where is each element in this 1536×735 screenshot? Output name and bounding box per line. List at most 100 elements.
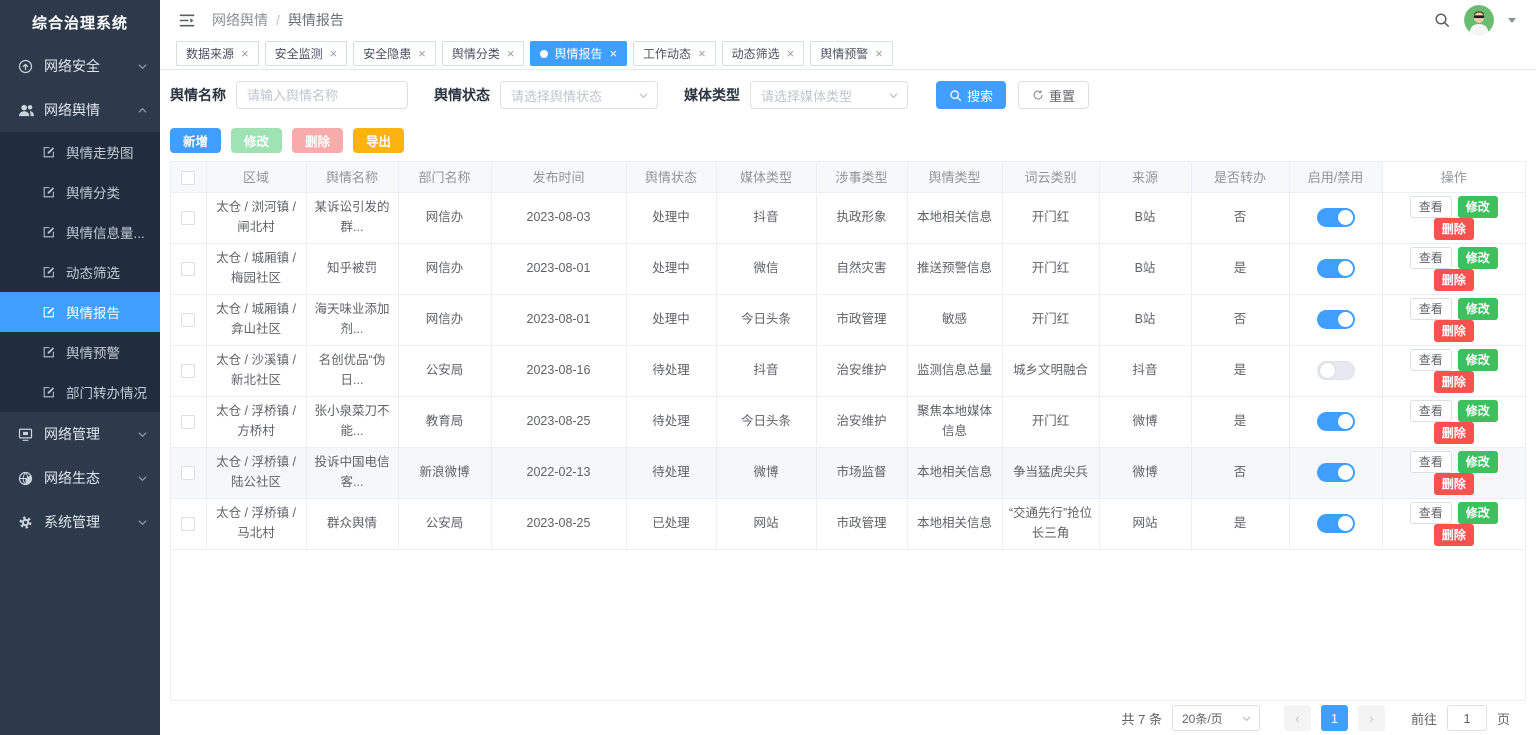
search-icon[interactable] bbox=[1434, 12, 1450, 28]
edit-row-button[interactable]: 修改 bbox=[1457, 399, 1498, 422]
close-icon[interactable]: × bbox=[241, 47, 249, 60]
enable-toggle[interactable] bbox=[1316, 361, 1355, 381]
edit-row-button[interactable]: 修改 bbox=[1457, 195, 1498, 218]
enable-toggle[interactable] bbox=[1316, 412, 1355, 432]
cell-opinion-type: 推送预警信息 bbox=[907, 243, 1003, 295]
close-icon[interactable]: × bbox=[418, 47, 426, 60]
breadcrumb-parent[interactable]: 网络舆情 bbox=[212, 12, 268, 28]
cell-region: 太仓 / 城厢镇 / 梅园社区 bbox=[206, 243, 307, 295]
reset-button[interactable]: 重置 bbox=[1018, 81, 1090, 109]
cell-status: 待处理 bbox=[626, 447, 717, 499]
edit-row-button[interactable]: 修改 bbox=[1457, 297, 1498, 320]
view-row-button[interactable]: 查看 bbox=[1409, 501, 1452, 524]
tab-opinion-warning[interactable]: 舆情预警 × bbox=[810, 41, 893, 66]
tab-opinion-report[interactable]: 舆情报告 × bbox=[530, 41, 628, 66]
sidebar-item-label: 舆情预警 bbox=[66, 346, 120, 361]
page-unit-label: 页 bbox=[1496, 711, 1510, 727]
row-checkbox[interactable] bbox=[181, 465, 196, 480]
enable-toggle[interactable] bbox=[1316, 259, 1355, 279]
sidebar-item-opinion-report[interactable]: 舆情报告 bbox=[0, 292, 160, 332]
sidebar-item-label: 舆情报告 bbox=[66, 306, 120, 321]
view-row-button[interactable]: 查看 bbox=[1409, 195, 1452, 218]
tab-security-monitor[interactable]: 安全监测 × bbox=[264, 41, 348, 66]
media-filter-select[interactable]: 请选择媒体类型 bbox=[750, 81, 908, 109]
close-icon[interactable]: × bbox=[787, 47, 795, 60]
sidebar-item-network-security[interactable]: 网络安全 bbox=[0, 44, 160, 88]
search-button[interactable]: 搜索 bbox=[936, 81, 1007, 109]
enable-toggle[interactable] bbox=[1316, 310, 1355, 330]
close-icon[interactable]: × bbox=[698, 47, 706, 60]
close-icon[interactable]: × bbox=[609, 47, 617, 60]
cell-name: 投诉中国电信客... bbox=[306, 447, 399, 499]
view-row-button[interactable]: 查看 bbox=[1409, 297, 1452, 320]
cell-media: 抖音 bbox=[716, 192, 817, 244]
sidebar-item-department-transfer[interactable]: 部门转办情况 bbox=[0, 372, 160, 412]
name-filter-input[interactable] bbox=[236, 81, 408, 109]
view-row-button[interactable]: 查看 bbox=[1409, 399, 1452, 422]
view-row-button[interactable]: 查看 bbox=[1409, 246, 1452, 269]
tab-security-risk[interactable]: 安全隐患 × bbox=[353, 41, 436, 66]
status-filter-select[interactable]: 请选择舆情状态 bbox=[500, 81, 658, 109]
sidebar-item-opinion-warning[interactable]: 舆情预警 bbox=[0, 332, 160, 372]
edit-button[interactable]: 修改 bbox=[231, 128, 283, 153]
collapse-sidebar-icon[interactable] bbox=[178, 13, 196, 28]
cell-media: 今日头条 bbox=[716, 294, 817, 346]
search-button-label: 搜索 bbox=[967, 88, 994, 104]
goto-page-input[interactable] bbox=[1446, 705, 1487, 731]
edit-row-button[interactable]: 修改 bbox=[1457, 348, 1498, 371]
enable-toggle[interactable] bbox=[1316, 514, 1355, 534]
delete-row-button[interactable]: 删除 bbox=[1433, 370, 1474, 393]
sidebar-item-network-management[interactable]: 网络管理 bbox=[0, 412, 160, 456]
row-checkbox[interactable] bbox=[181, 312, 196, 327]
tab-dynamic-filter[interactable]: 动态筛选 × bbox=[721, 41, 805, 66]
cell-name: 某诉讼引发的群... bbox=[306, 192, 399, 244]
delete-button[interactable]: 删除 bbox=[292, 128, 344, 153]
export-button[interactable]: 导出 bbox=[353, 128, 405, 153]
chevron-down-icon bbox=[137, 473, 148, 484]
close-icon[interactable]: × bbox=[507, 47, 515, 60]
chevron-down-icon[interactable] bbox=[1508, 17, 1516, 23]
edit-row-button[interactable]: 修改 bbox=[1457, 450, 1498, 473]
view-row-button[interactable]: 查看 bbox=[1409, 450, 1452, 473]
sidebar-item-system-management[interactable]: 系统管理 bbox=[0, 500, 160, 544]
next-page-button[interactable]: › bbox=[1357, 705, 1385, 731]
cell-name: 名创优品“伪日... bbox=[306, 345, 399, 397]
row-checkbox[interactable] bbox=[181, 516, 196, 531]
page-size-select[interactable]: 20条/页 bbox=[1171, 705, 1260, 731]
edit-row-button[interactable]: 修改 bbox=[1457, 246, 1498, 269]
row-checkbox[interactable] bbox=[181, 261, 196, 276]
avatar[interactable] bbox=[1464, 5, 1494, 35]
sidebar-item-network-ecology[interactable]: 网络生态 bbox=[0, 456, 160, 500]
cell-source: 微博 bbox=[1099, 447, 1192, 499]
current-page-button[interactable]: 1 bbox=[1320, 705, 1348, 731]
tab-data-source[interactable]: 数据来源 × bbox=[176, 41, 259, 66]
sidebar-item-opinion-category[interactable]: 舆情分类 bbox=[0, 172, 160, 212]
tab-opinion-category[interactable]: 舆情分类 × bbox=[441, 41, 525, 66]
select-all-checkbox[interactable] bbox=[181, 170, 196, 185]
close-icon[interactable]: × bbox=[330, 47, 338, 60]
row-checkbox[interactable] bbox=[181, 210, 196, 225]
delete-row-button[interactable]: 删除 bbox=[1433, 217, 1474, 240]
cell-region: 太仓 / 浮桥镇 / 马北村 bbox=[206, 498, 307, 550]
tab-work-dynamic[interactable]: 工作动态 × bbox=[633, 41, 716, 66]
sidebar-item-opinion-info-volume[interactable]: 舆情信息量... bbox=[0, 212, 160, 252]
delete-row-button[interactable]: 删除 bbox=[1433, 523, 1474, 546]
enable-toggle[interactable] bbox=[1316, 208, 1355, 228]
close-icon[interactable]: × bbox=[875, 47, 883, 60]
edit-row-button[interactable]: 修改 bbox=[1457, 501, 1498, 524]
row-checkbox[interactable] bbox=[181, 414, 196, 429]
row-checkbox[interactable] bbox=[181, 363, 196, 378]
enable-toggle[interactable] bbox=[1316, 463, 1355, 483]
gear-icon bbox=[18, 514, 35, 530]
app-title: 综合治理系统 bbox=[31, 14, 128, 32]
delete-row-button[interactable]: 删除 bbox=[1433, 472, 1474, 495]
sidebar-item-dynamic-filter[interactable]: 动态筛选 bbox=[0, 252, 160, 292]
delete-row-button[interactable]: 删除 bbox=[1433, 268, 1474, 291]
delete-row-button[interactable]: 删除 bbox=[1433, 319, 1474, 342]
add-button[interactable]: 新增 bbox=[170, 128, 222, 153]
delete-row-button[interactable]: 删除 bbox=[1433, 421, 1474, 444]
view-row-button[interactable]: 查看 bbox=[1409, 348, 1452, 371]
sidebar-item-network-opinion[interactable]: 网络舆情 bbox=[0, 88, 160, 132]
prev-page-button[interactable]: ‹ bbox=[1283, 705, 1311, 731]
sidebar-item-opinion-trend[interactable]: 舆情走势图 bbox=[0, 132, 160, 172]
